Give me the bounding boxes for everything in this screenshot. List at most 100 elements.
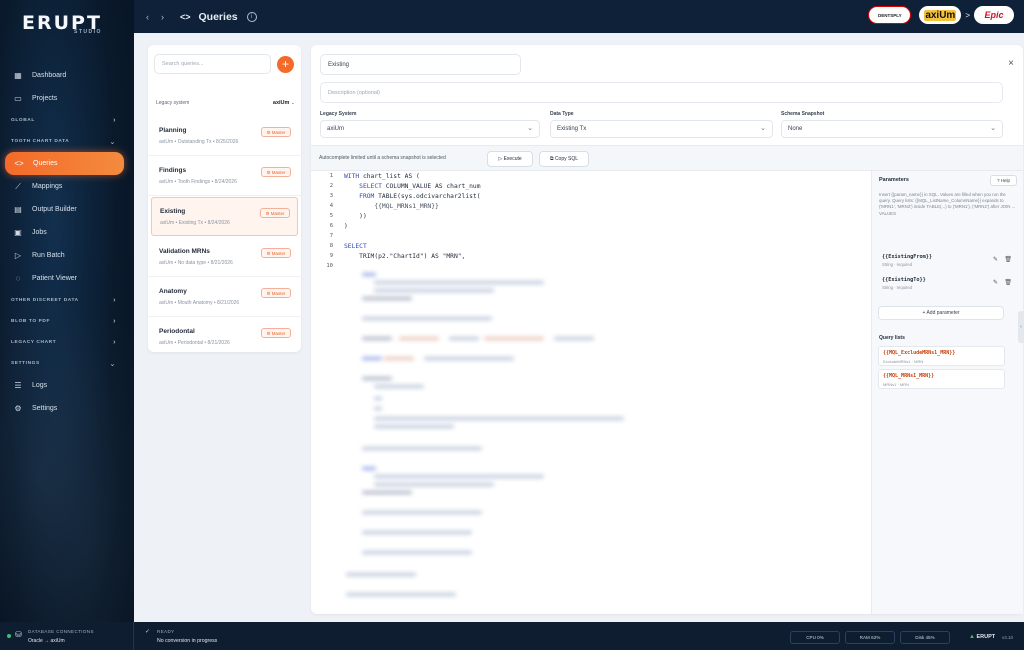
sidebar-item-logs[interactable]: ☰ Logs: [0, 374, 134, 397]
back-button[interactable]: ‹: [146, 12, 149, 22]
list-item[interactable]: Validation MRNs axiUm • No data type • 8…: [148, 238, 301, 277]
list-icon: ☰: [14, 381, 22, 390]
query-name-input[interactable]: Existing: [320, 54, 521, 75]
cpu-indicator: CPU 0%: [790, 631, 840, 644]
ready-label: READY: [157, 629, 175, 634]
sidebar-item-mappings[interactable]: ⟋ Mappings: [0, 175, 134, 198]
description-input[interactable]: Description (optional): [320, 82, 1003, 103]
add-parameter-button[interactable]: + Add parameter: [878, 306, 1004, 320]
code-line: SELECT COLUMN_VALUE AS chart_num: [344, 182, 481, 191]
list-item[interactable]: Anatomy axiUm • Mouth Anatomy • 8/21/202…: [148, 278, 301, 317]
help-button[interactable]: ? Help: [990, 175, 1017, 186]
legacy-filter-value-wrap: axiUm ⌄: [273, 100, 295, 112]
app-logo[interactable]: ERUPT STUDIO: [22, 12, 112, 38]
query-lists-title: Query lists: [879, 335, 905, 341]
query-name: Planning: [159, 127, 187, 134]
ram-indicator: RAM 62%: [845, 631, 895, 644]
execute-button[interactable]: ▷ Execute: [487, 151, 533, 167]
query-list-card[interactable]: {{MQL_ExcludeMRNs1_MRN}} ExcludeMRNs1 · …: [878, 346, 1005, 366]
section-global[interactable]: GLOBAL ›: [0, 110, 134, 131]
query-name: Findings: [159, 167, 187, 174]
code-token: AS chart_num: [435, 183, 481, 190]
app-version: v3.10: [1002, 635, 1014, 640]
mapping-icon: ⟋: [15, 181, 21, 191]
list-item[interactable]: Periodontal axiUm • Periodontal • 8/21/2…: [148, 318, 301, 357]
code-token: TRIM(p2."ChartId") AS "MRN",: [359, 253, 466, 260]
parameters-panel: Parameters ? Help Insert {{param_name}} …: [871, 171, 1023, 614]
parameter-name: {{ExistingFrom}}: [882, 254, 932, 260]
search-input[interactable]: Search queries...: [154, 54, 271, 74]
section-other-discreet-data[interactable]: OTHER DISCREET DATA ›: [0, 290, 134, 311]
sidebar-item-dashboard[interactable]: ▦ Dashboard: [0, 64, 134, 87]
query-meta: axiUm • Periodontal • 8/21/2026: [159, 340, 230, 346]
close-icon[interactable]: ×: [1008, 58, 1014, 69]
query-meta: axiUm • Tooth Findings • 8/24/2026: [159, 179, 237, 185]
sidebar-item-label: Settings: [32, 405, 58, 412]
line-number: 4: [329, 203, 333, 209]
sql-editor[interactable]: 1 2 3 4 5 6 7 8 9 10 WITH chart_list AS …: [311, 171, 869, 614]
forward-button[interactable]: ›: [161, 12, 164, 22]
collapse-panel-handle[interactable]: ‹: [1018, 311, 1024, 343]
list-item[interactable]: Planning axiUm • Outstanding Tx • 8/25/2…: [148, 117, 301, 156]
line-number: 5: [329, 213, 333, 219]
query-name: Periodontal: [159, 328, 195, 335]
code-token: TABLE(sys.odcivarchar2list(: [378, 193, 481, 200]
sidebar-item-queries[interactable]: <> Queries: [5, 152, 124, 175]
delete-icon[interactable]: 🗑: [1004, 256, 1012, 263]
data-type-label: Data Type: [550, 111, 574, 117]
master-badge: ⚙ Master: [261, 288, 291, 298]
legacy-system-label: Legacy System: [320, 111, 357, 117]
code-blurred-region: [344, 267, 674, 607]
sidebar-item-label: Run Batch: [32, 252, 65, 259]
list-item[interactable]: Findings axiUm • Tooth Findings • 8/24/2…: [148, 157, 301, 196]
database-connection-value: Oracle → axiUm: [28, 638, 65, 644]
chevron-right-icon: ›: [113, 117, 116, 124]
code-token: chart_list AS (: [362, 173, 420, 180]
parameters-title: Parameters: [879, 177, 909, 183]
section-blob-to-pdf[interactable]: BLOB TO PDF ›: [0, 311, 134, 332]
master-badge: ⚙ Master: [261, 167, 291, 177]
section-legacy-chart[interactable]: LEGACY CHART ›: [0, 332, 134, 353]
sidebar-item-jobs[interactable]: ▣ Jobs: [0, 221, 134, 244]
section-settings[interactable]: SETTINGS ⌄: [0, 353, 134, 374]
legacy-system-select[interactable]: axiUm ⌄: [320, 120, 540, 138]
edit-icon[interactable]: ✎: [993, 256, 998, 263]
line-number: 2: [329, 183, 333, 189]
edit-icon[interactable]: ✎: [993, 279, 998, 286]
schema-snapshot-select[interactable]: None ⌄: [781, 120, 1003, 138]
sidebar-item-patient-viewer[interactable]: ◌ Patient Viewer: [0, 267, 134, 290]
info-icon[interactable]: i: [246, 11, 257, 22]
code-token: ): [344, 223, 348, 230]
section-label: LEGACY CHART: [11, 340, 57, 345]
parameter-type: String · required: [882, 262, 913, 267]
list-item-selected[interactable]: Existing axiUm • Existing Tx • 8/24/2026…: [151, 197, 298, 236]
sidebar-item-run-batch[interactable]: ▷ Run Batch: [0, 244, 134, 267]
query-list-card[interactable]: {{MQL_MRNs1_MRN}} MRNs1 · MRN: [878, 369, 1005, 389]
chevron-down-icon: ⌄: [109, 138, 116, 146]
code-line: SELECT: [344, 242, 367, 251]
document-icon: ▤: [14, 205, 22, 214]
sidebar-item-label: Projects: [32, 95, 58, 102]
query-name: Anatomy: [159, 288, 187, 295]
sidebar-item-label: Jobs: [32, 229, 47, 236]
database-connections[interactable]: ⛁ DATABASE CONNECTIONS Oracle → axiUm: [0, 622, 134, 650]
line-number: 9: [329, 253, 333, 259]
delete-icon[interactable]: 🗑: [1004, 279, 1012, 286]
code-token: SELECT: [344, 183, 386, 190]
dentsply-logo: DENTSPLY: [868, 6, 912, 24]
query-list-panel: Search queries... + Legacy system axiUm …: [148, 45, 301, 352]
badge-label: Master: [271, 130, 286, 135]
section-label: BLOB TO PDF: [11, 319, 51, 324]
parameter-card: {{ExistingTo}} String · required ✎ 🗑: [878, 274, 1018, 294]
sidebar-item-output-builder[interactable]: ▤ Output Builder: [0, 198, 134, 221]
section-tooth-chart-data[interactable]: TOOTH CHART DATA ⌄: [0, 131, 134, 152]
copy-sql-button[interactable]: ⧉ Copy SQL: [539, 151, 589, 167]
axium-logo: axiUm: [919, 6, 962, 24]
master-badge: ⚙ Master: [261, 328, 291, 338]
sidebar-item-settings[interactable]: ⚙ Settings: [0, 397, 134, 420]
sidebar-item-projects[interactable]: ▭ Projects: [0, 87, 134, 110]
legacy-system-filter[interactable]: Legacy system axiUm ⌄: [156, 100, 295, 112]
data-type-select[interactable]: Existing Tx ⌄: [550, 120, 773, 138]
add-query-button[interactable]: +: [277, 56, 294, 73]
